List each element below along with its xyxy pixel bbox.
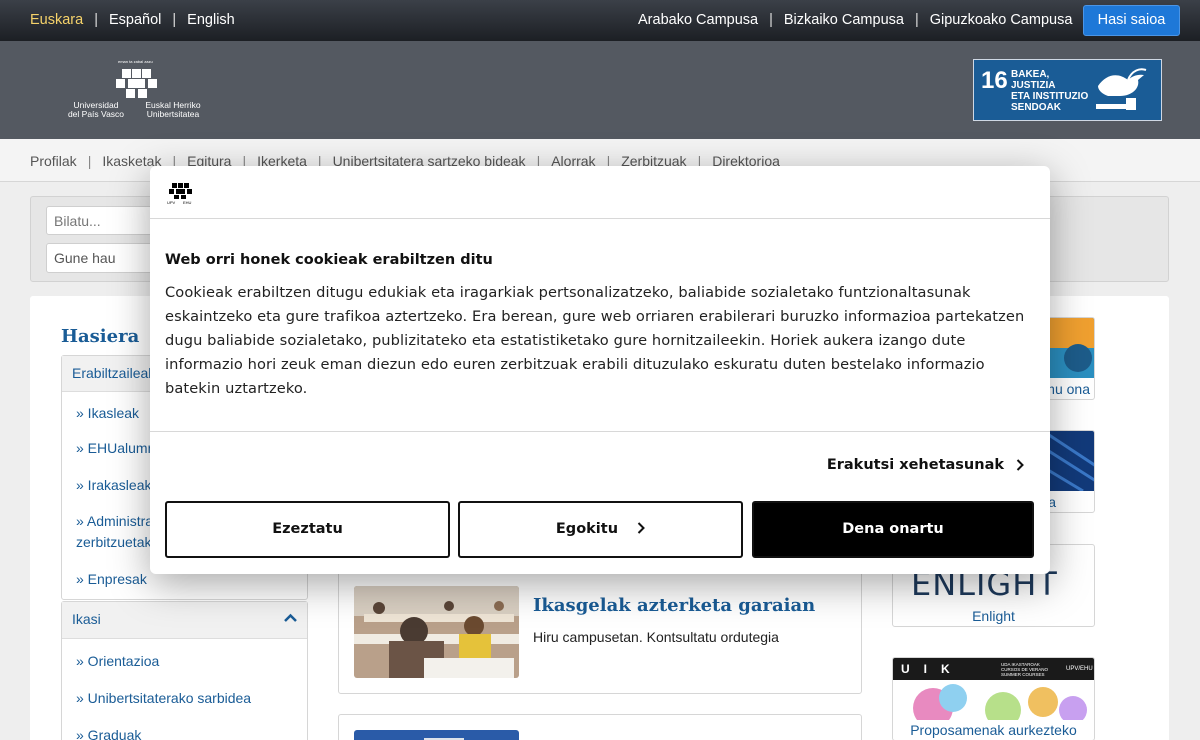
login-button[interactable]: Hasi saioa	[1083, 5, 1180, 36]
site-header: eman ta zabal zazu Universidad del País V…	[0, 41, 1200, 139]
sidebar-group-ikasi: Ikasi » Orientazioa » Unibertsitaterako …	[61, 601, 308, 740]
cookie-dialog-text: Cookieak erabiltzen ditugu edukiak eta i…	[165, 284, 1025, 397]
sidebar-item-graduak[interactable]: » Graduak	[76, 727, 141, 740]
university-logo[interactable]: eman ta zabal zazu Universidad del País V…	[64, 59, 206, 125]
cookie-consent-dialog: UPV EHU Web orri honek cookieak erabiltz…	[150, 166, 1050, 574]
sidebar-item-administrazio-line2[interactable]: zerbitzuetako	[76, 532, 159, 553]
lang-euskara[interactable]: Euskara	[30, 12, 83, 28]
svg-text:EHU: EHU	[183, 200, 192, 205]
campus-bizkaia-link[interactable]: Bizkaiko Campusa	[784, 12, 904, 28]
chevron-up-icon[interactable]	[284, 612, 297, 625]
news-card[interactable]: Ikasgelak azterketa garaian Hiru campuse…	[338, 570, 862, 694]
show-details-link[interactable]: Erakutsi xehetasunak	[827, 457, 1024, 473]
sidebar-title[interactable]: Hasiera	[61, 326, 139, 347]
customize-cookies-button[interactable]: Egokitu	[458, 501, 743, 558]
campus-araba-link[interactable]: Arabako Campusa	[638, 12, 758, 28]
exam-classroom-image	[354, 586, 519, 678]
sidebar-item-ikasleak[interactable]: » Ikasleak	[76, 403, 139, 424]
sidebar-item-orientazioa[interactable]: » Orientazioa	[76, 653, 159, 669]
search-scope-select[interactable]: Gune hau	[46, 243, 166, 273]
summer-courses-card[interactable]: UIK UDA IKASTAROAK CURSOS DE VERANO SUMMER…	[892, 657, 1095, 740]
search-input[interactable]: Bilatu...	[46, 206, 166, 235]
news-card[interactable]	[338, 714, 862, 740]
sdg-16-badge[interactable]: 16 BAKEA, JUSTIZIA ETA INSTITUZIO SENDOAK	[973, 59, 1162, 121]
news-title[interactable]: Ikasgelak azterketa garaian	[533, 595, 815, 616]
cookie-dialog-title: Web orri honek cookieak erabiltzen ditu	[165, 252, 493, 268]
svg-text:UPV: UPV	[167, 200, 176, 205]
chevron-right-icon	[637, 522, 646, 534]
ehu-emblem-icon	[116, 69, 157, 98]
sidebar-item-irakasleak[interactable]: » Irakasleak	[76, 475, 151, 496]
news-image	[354, 730, 519, 740]
top-bar: Euskara | Español | English Arabako Camp…	[0, 0, 1200, 41]
nav-profilak[interactable]: Profilak	[30, 153, 77, 169]
sidebar-item-enpresak[interactable]: » Enpresak	[76, 569, 147, 590]
news-description: Hiru campusetan. Kontsultatu ordutegia	[533, 629, 779, 645]
language-switcher: Euskara | Español | English	[30, 12, 235, 28]
summer-courses-banner: UIK UDA IKASTAROAK CURSOS DE VERANO SUMMER…	[893, 658, 1094, 720]
lang-espanol[interactable]: Español	[109, 12, 161, 28]
upv-ehu-logo-icon: UPV EHU	[167, 183, 192, 205]
reject-cookies-button[interactable]: Ezeztatu	[165, 501, 450, 558]
sidebar-item-sarbidea[interactable]: » Unibertsitaterako sarbidea	[76, 690, 251, 706]
lang-english[interactable]: English	[187, 12, 235, 28]
peace-dove-icon	[1096, 68, 1147, 110]
campus-gipuzkoa-link[interactable]: Gipuzkoako Campusa	[930, 12, 1073, 28]
sidebar-group-header[interactable]: Ikasi	[62, 602, 307, 639]
chevron-right-icon	[1016, 459, 1024, 471]
sidebar-item-ehualumni[interactable]: » EHUalumni	[76, 438, 158, 459]
accept-all-cookies-button[interactable]: Dena onartu	[752, 501, 1034, 558]
campus-links: Arabako Campusa | Bizkaiko Campusa | Gip…	[638, 12, 1073, 28]
